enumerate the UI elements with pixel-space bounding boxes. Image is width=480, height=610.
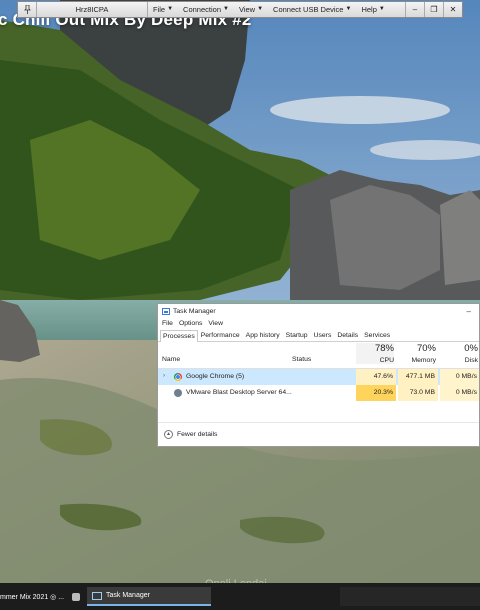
app-icon (72, 592, 80, 601)
tab-users[interactable]: Users (311, 329, 335, 341)
task-manager-tabs: Processes Performance App history Startu… (158, 329, 479, 342)
memory-label: Memory (411, 357, 436, 364)
tab-performance[interactable]: Performance (198, 329, 243, 341)
table-row[interactable]: VMware Blast Desktop Server 64... 20.3% … (158, 385, 479, 401)
cpu-label: CPU (379, 357, 394, 364)
disk-label: Disk (464, 357, 478, 364)
process-name: Google Chrome (5) (186, 373, 245, 380)
menu-file-label: File (153, 5, 166, 14)
tm-menu-view[interactable]: View (208, 320, 223, 327)
menu-help[interactable]: Help ▼ (356, 2, 389, 17)
chrome-icon (174, 373, 182, 381)
disk-total-percent: 0% (464, 343, 478, 354)
task-manager-window-controls: – (467, 307, 479, 316)
caret-down-icon: ▼ (378, 6, 385, 12)
taskbar-item-video[interactable]: mmer Mix 2021 ◎ ... (0, 587, 65, 606)
task-manager-title: Task Manager (173, 307, 216, 315)
task-manager-titlebar[interactable]: Task Manager – (158, 304, 479, 318)
cpu-total-percent: 78% (374, 343, 394, 354)
task-manager-window: Task Manager – File Options View Process… (157, 303, 480, 447)
process-cpu: 20.3% (356, 385, 396, 401)
task-manager-icon (162, 307, 170, 315)
column-status[interactable]: Status (292, 356, 311, 363)
tab-details[interactable]: Details (334, 329, 361, 341)
taskbar-empty-area (340, 587, 480, 606)
process-memory: 477.1 MB (398, 369, 438, 385)
process-name: VMware Blast Desktop Server 64... (186, 389, 292, 396)
taskbar-item-generic[interactable] (67, 587, 85, 606)
pin-icon[interactable] (18, 2, 37, 17)
caret-down-icon: ▼ (167, 6, 174, 12)
menu-connection-label: Connection (183, 5, 221, 14)
column-disk[interactable]: 0% Disk (440, 343, 478, 364)
tab-services[interactable]: Services (361, 329, 393, 341)
process-memory: 73.0 MB (398, 385, 438, 401)
fewer-details-label: Fewer details (177, 430, 218, 438)
column-memory[interactable]: 70% Memory (398, 343, 436, 364)
table-row[interactable]: › Google Chrome (5) 47.6% 477.1 MB 0 MB/… (158, 369, 479, 385)
remote-host-name: Hrz8ICPA (37, 2, 148, 17)
menu-connection[interactable]: Connection ▼ (178, 2, 234, 17)
taskbar: mmer Mix 2021 ◎ ... Task Manager (0, 583, 480, 610)
tm-menu-file[interactable]: File (162, 320, 173, 327)
expand-chevron-icon[interactable]: › (163, 373, 165, 379)
fewer-details-button[interactable]: ▲ Fewer details (158, 422, 479, 445)
taskbar-item-task-manager[interactable]: Task Manager (87, 587, 211, 606)
task-manager-menubar: File Options View (158, 318, 479, 329)
memory-total-percent: 70% (416, 343, 436, 354)
tab-startup[interactable]: Startup (283, 329, 311, 341)
process-disk: 0 MB/s (440, 369, 479, 385)
menu-connect-usb[interactable]: Connect USB Device ▼ (268, 2, 356, 17)
menu-view[interactable]: View ▼ (234, 2, 268, 17)
menu-help-label: Help (361, 5, 377, 14)
minimize-icon[interactable]: – (405, 2, 424, 17)
process-disk: 0 MB/s (440, 385, 479, 401)
taskbar-item-video-label: mmer Mix 2021 ◎ ... (0, 593, 65, 601)
caret-down-icon: ▼ (257, 6, 264, 12)
menu-connect-usb-label: Connect USB Device (273, 5, 344, 14)
vmware-icon (174, 389, 182, 397)
toolbar-window-controls: – ❐ ✕ (405, 2, 462, 17)
task-manager-icon (92, 591, 102, 600)
remote-session-toolbar: Hrz8ICPA File ▼ Connection ▼ View ▼ Connect… (17, 1, 463, 18)
minimize-icon[interactable]: – (467, 307, 471, 316)
tab-app-history[interactable]: App history (243, 329, 283, 341)
menu-view-label: View (238, 5, 256, 14)
menu-file[interactable]: File ▼ (148, 2, 178, 17)
process-table-header: Name Status ⌄ 78% CPU 70% Memory 0% Disk (158, 342, 479, 369)
close-icon[interactable]: ✕ (443, 2, 462, 17)
taskbar-item-task-manager-label: Task Manager (106, 592, 150, 599)
restore-icon[interactable]: ❐ (424, 2, 443, 17)
chevron-up-icon: ▲ (164, 429, 173, 439)
process-cpu: 47.6% (356, 369, 396, 385)
caret-down-icon: ▼ (345, 6, 352, 12)
caret-down-icon: ▼ (223, 6, 229, 12)
column-name[interactable]: Name (162, 356, 180, 363)
column-cpu[interactable]: 78% CPU (356, 343, 394, 364)
tab-processes[interactable]: Processes (160, 330, 198, 342)
tm-menu-options[interactable]: Options (179, 320, 202, 327)
